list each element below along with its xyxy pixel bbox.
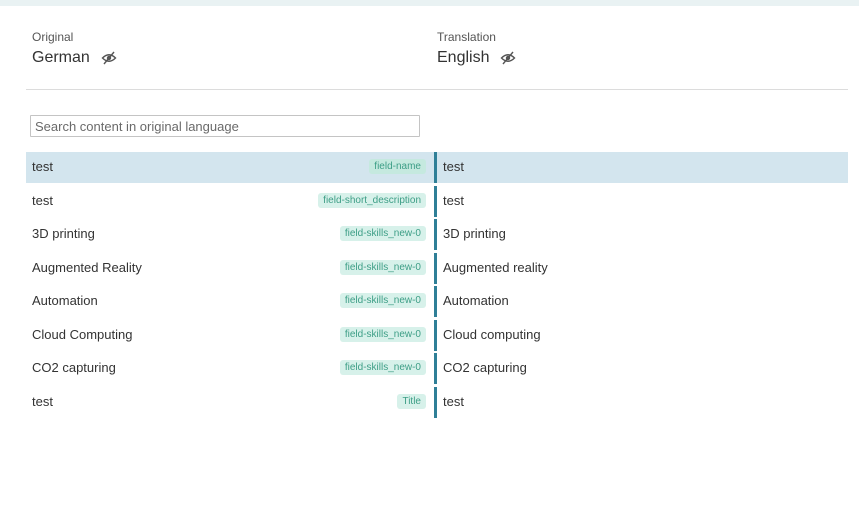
- translation-text: Automation: [443, 293, 509, 308]
- original-text: CO2 capturing: [32, 360, 116, 375]
- translation-text: test: [443, 393, 464, 409]
- row-accent-bar: [434, 353, 437, 384]
- top-bar: [0, 0, 859, 6]
- translation-caption: Translation: [437, 30, 496, 44]
- row-accent-bar: [434, 152, 437, 183]
- original-text: test: [32, 393, 53, 409]
- eye-slash-icon[interactable]: [500, 51, 516, 65]
- translation-language-name: English: [437, 49, 490, 66]
- field-tag: field-short_description: [318, 192, 426, 208]
- original-language-header: Original German: [32, 30, 117, 68]
- translation-text: test: [443, 159, 464, 174]
- field-tag: field-skills_new-0: [339, 293, 426, 308]
- translation-text: Augmented reality: [443, 259, 548, 275]
- translation-text: Cloud computing: [443, 326, 541, 342]
- translation-row[interactable]: test field-name test: [26, 152, 848, 183]
- header-divider: [26, 89, 848, 90]
- translation-row[interactable]: test field-short_description test: [26, 185, 848, 217]
- translation-row[interactable]: Cloud Computing field-skills_new-0 Cloud…: [26, 319, 848, 351]
- original-text: 3D printing: [32, 226, 95, 241]
- translation-row[interactable]: CO2 capturing field-skills_new-0 CO2 cap…: [26, 353, 848, 384]
- original-caption: Original: [32, 30, 74, 44]
- translation-row[interactable]: Automation field-skills_new-0 Automation: [26, 286, 848, 317]
- translation-list: test field-name test test field-short_de…: [26, 152, 848, 420]
- row-accent-bar: [434, 219, 437, 250]
- translation-language-header: Translation English: [437, 30, 516, 68]
- field-tag: field-skills_new-0: [339, 259, 426, 275]
- original-text: Cloud Computing: [32, 326, 133, 342]
- field-tag: field-name: [369, 159, 426, 174]
- original-text: test: [32, 192, 53, 208]
- original-text: Automation: [32, 293, 98, 308]
- translation-row[interactable]: Augmented Reality field-skills_new-0 Aug…: [26, 252, 848, 284]
- original-text: test: [32, 159, 53, 174]
- translation-text: 3D printing: [443, 226, 506, 241]
- field-tag: Title: [397, 393, 426, 409]
- row-accent-bar: [434, 319, 437, 351]
- row-accent-bar: [434, 386, 437, 418]
- eye-slash-icon[interactable]: [101, 51, 117, 65]
- field-tag: field-skills_new-0: [339, 226, 426, 241]
- row-accent-bar: [434, 185, 437, 217]
- row-accent-bar: [434, 286, 437, 317]
- row-accent-bar: [434, 252, 437, 284]
- original-text: Augmented Reality: [32, 259, 142, 275]
- field-tag: field-skills_new-0: [339, 360, 426, 375]
- translation-row[interactable]: test Title test: [26, 386, 848, 418]
- translation-row[interactable]: 3D printing field-skills_new-0 3D printi…: [26, 219, 848, 250]
- translation-text: test: [443, 192, 464, 208]
- field-tag: field-skills_new-0: [339, 326, 426, 342]
- original-language-name: German: [32, 49, 90, 66]
- search-input[interactable]: [30, 115, 420, 137]
- translation-text: CO2 capturing: [443, 360, 527, 375]
